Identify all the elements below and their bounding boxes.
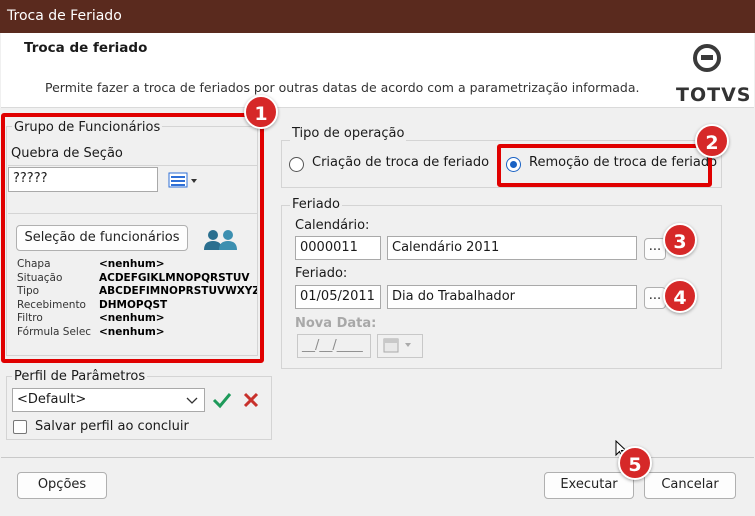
- header-divider: [1, 107, 754, 108]
- radio-criacao-troca[interactable]: [289, 157, 304, 172]
- calendar-icon: [383, 338, 411, 353]
- delete-x-icon[interactable]: [242, 391, 260, 413]
- opcoes-button[interactable]: Opções: [17, 472, 107, 499]
- feriado-label: Feriado:: [295, 266, 348, 281]
- nova-data-calendar-button[interactable]: [377, 334, 423, 358]
- nova-data-input[interactable]: __/__/____: [297, 334, 371, 358]
- feriado-name-input[interactable]: Dia do Trabalhador: [387, 285, 637, 309]
- annotation-highlight-2: [497, 144, 712, 187]
- totvs-logo-icon: [693, 44, 721, 72]
- calendario-code-input[interactable]: 0000011: [295, 236, 381, 260]
- calendario-name-input[interactable]: Calendário 2011: [387, 236, 637, 260]
- feriado-date-input[interactable]: 01/05/2011: [295, 285, 381, 309]
- page-title: Troca de feriado: [24, 40, 148, 56]
- feriado-legend: Feriado: [290, 197, 342, 212]
- annotation-badge-1: 1: [244, 95, 278, 129]
- page-description: Permite fazer a troca de feriados por ou…: [45, 80, 640, 95]
- perfil-selected-value: <Default>: [17, 392, 87, 407]
- calendario-label: Calendário:: [295, 218, 370, 233]
- annotation-badge-5: 5: [618, 446, 652, 480]
- nova-data-label: Nova Data:: [295, 316, 377, 331]
- annotation-badge-3: 3: [663, 223, 697, 257]
- perfil-select[interactable]: <Default>: [12, 388, 205, 412]
- annotation-badge-4: 4: [663, 279, 697, 313]
- chevron-down-icon: [186, 397, 198, 404]
- window-title: Troca de Feriado: [7, 8, 122, 24]
- cancelar-button[interactable]: Cancelar: [644, 472, 736, 499]
- annotation-highlight-1: [1, 113, 264, 363]
- radio-criacao-label: Criação de troca de feriado: [312, 155, 490, 170]
- window-titlebar: Troca de Feriado: [0, 0, 755, 33]
- executar-button[interactable]: Executar: [544, 472, 634, 499]
- tipo-operacao-legend: Tipo de operação: [290, 126, 407, 141]
- annotation-badge-2: 2: [695, 124, 729, 158]
- confirm-check-icon[interactable]: [212, 391, 232, 413]
- salvar-perfil-checkbox[interactable]: [13, 420, 27, 434]
- totvs-logo-text: TOTVS: [676, 84, 752, 106]
- salvar-perfil-label: Salvar perfil ao concluir: [35, 419, 189, 434]
- perfil-parametros-legend: Perfil de Parâmetros: [12, 369, 148, 384]
